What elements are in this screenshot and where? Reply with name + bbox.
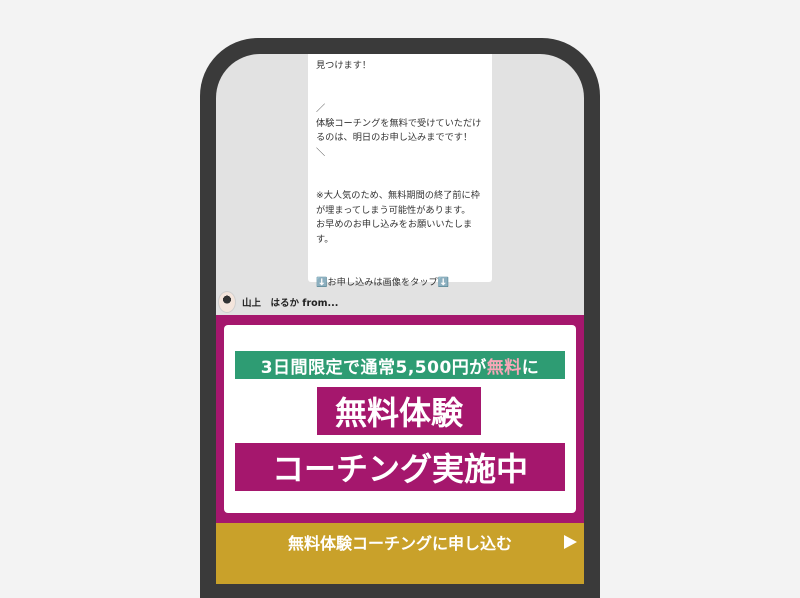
banner-title-line2: コーチング実施中 — [235, 443, 565, 491]
message-line: ＼ — [316, 146, 326, 158]
chat-screen[interactable]: 理想の未来を叶えるために必要な要素を見つけます！ ／ 体験コーチングを無料で受け… — [216, 54, 584, 584]
message-line: ／ — [316, 103, 326, 114]
promo-banner[interactable]: 3日間限定で通常5,500円が 無料に 無料体験 コーチング実施中 無料体験コーチ… — [216, 315, 584, 584]
promo-suffix: に — [521, 357, 540, 378]
message-bubble: 理想の未来を叶えるために必要な要素を見つけます！ ／ 体験コーチングを無料で受け… — [308, 54, 492, 288]
avatar[interactable] — [218, 291, 236, 313]
apply-button[interactable]: 無料体験コーチングに申し込む — [216, 523, 584, 584]
message-line: お早めのお申し込みをお願いいたします。 — [316, 219, 473, 245]
banner-title-line1: 無料体験 — [317, 387, 481, 435]
message-line: ⬇️お申し込みは画像をタップ⬇️ — [316, 277, 450, 288]
banner-card: 3日間限定で通常5,500円が 無料に 無料体験 コーチング実施中 — [224, 325, 576, 513]
promo-highlight: 無料 — [486, 357, 522, 378]
sender-name: 山上 はるか from... — [242, 298, 339, 309]
phone-frame: 理想の未来を叶えるために必要な要素を見つけます！ ／ 体験コーチングを無料で受け… — [200, 38, 600, 598]
message-line — [316, 88, 484, 103]
message-line: ※大人気のため、無料期間の終了前に枠が埋まってしまう可能性があります。 — [316, 190, 480, 216]
message-line — [316, 262, 484, 277]
message-line — [316, 73, 484, 88]
message-line: 理想の未来を叶えるために必要な要素を見つけます！ — [316, 54, 481, 71]
message-line — [316, 175, 484, 190]
apply-button-label: 無料体験コーチングに申し込む — [287, 534, 512, 553]
message-line — [316, 247, 484, 262]
sender-info: 山上 はるか from... — [218, 291, 338, 313]
promo-ribbon: 3日間限定で通常5,500円が 無料に — [235, 351, 565, 379]
promo-prefix: 3日間限定で通常5,500円が — [260, 357, 487, 378]
play-arrow-icon — [564, 535, 577, 549]
message-line: 体験コーチングを無料で受けていただけるのは、明日のお申し込みまでです！ — [316, 117, 482, 144]
message-line — [316, 160, 484, 175]
